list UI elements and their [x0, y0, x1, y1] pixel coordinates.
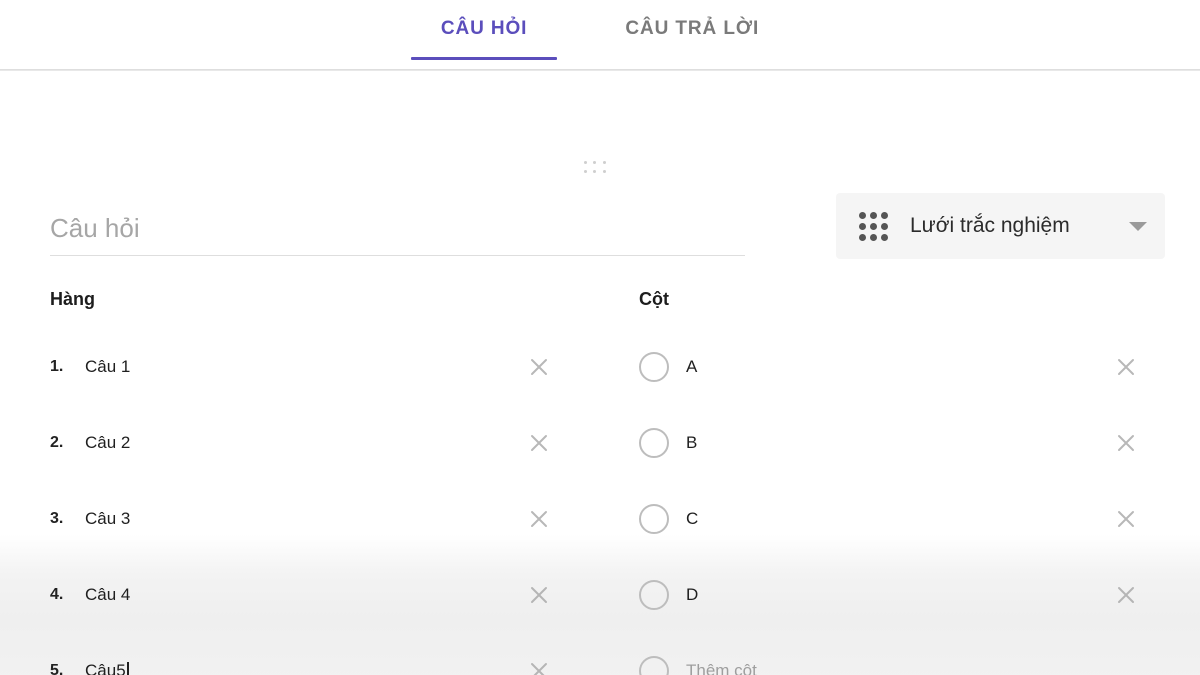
table-row[interactable]: 4. Câu 4 — [0, 557, 600, 633]
row-input-5[interactable]: Câu 5 — [85, 661, 495, 675]
question-card: Câu hỏi Lưới trắc nghiệm Hàng Cột 1. Câu… — [0, 71, 1200, 675]
row-input-2[interactable]: Câu 2 — [85, 433, 495, 453]
tab-list: CÂU HỎI CÂU TRẢ LỜI — [0, 0, 1200, 70]
delete-row-button-3[interactable] — [524, 504, 554, 534]
misspelled-word: Câu — [85, 661, 117, 675]
radio-unchecked-icon — [639, 428, 669, 458]
column-input-b[interactable]: B — [686, 433, 697, 453]
tab-bar: CÂU HỎI CÂU TRẢ LỜI — [0, 0, 1200, 71]
column-input-c[interactable]: C — [686, 509, 698, 529]
question-underline — [50, 255, 745, 256]
table-column[interactable]: A — [600, 329, 1200, 405]
delete-column-button-a[interactable] — [1111, 352, 1141, 382]
grid-icon — [858, 211, 888, 241]
table-row[interactable]: 5. Câu 5 — [0, 633, 600, 675]
row-number: 1. — [50, 358, 64, 375]
radio-unchecked-icon — [639, 656, 669, 675]
delete-row-button-2[interactable] — [524, 428, 554, 458]
row-number: 5. — [50, 662, 64, 675]
radio-unchecked-icon — [639, 352, 669, 382]
question-type-dropdown[interactable]: Lưới trắc nghiệm — [836, 193, 1165, 259]
row-number: 2. — [50, 434, 64, 451]
tab-questions[interactable]: CÂU HỎI — [410, 14, 558, 60]
add-column-item[interactable]: Thêm cột — [600, 633, 1200, 675]
tab-responses[interactable]: CÂU TRẢ LỜI — [595, 14, 789, 60]
radio-unchecked-icon — [639, 580, 669, 610]
column-input-a[interactable]: A — [686, 357, 697, 377]
radio-unchecked-icon — [639, 504, 669, 534]
columns-header: Cột — [639, 289, 669, 309]
delete-row-button-5[interactable] — [524, 656, 554, 675]
column-input-d[interactable]: D — [686, 585, 698, 605]
delete-column-button-c[interactable] — [1111, 504, 1141, 534]
table-column[interactable]: C — [600, 481, 1200, 557]
table-row[interactable]: 2. Câu 2 — [0, 405, 600, 481]
row-number: 3. — [50, 510, 64, 527]
row-input-5-rest: 5 — [116, 661, 126, 675]
row-input-4[interactable]: Câu 4 — [85, 585, 495, 605]
chevron-down-icon[interactable] — [1129, 221, 1147, 231]
delete-column-button-d[interactable] — [1111, 580, 1141, 610]
table-column[interactable]: B — [600, 405, 1200, 481]
columns-list: A B C D Thêm cột — [600, 329, 1200, 675]
delete-row-button-4[interactable] — [524, 580, 554, 610]
question-type-label: Lưới trắc nghiệm — [910, 214, 1070, 237]
add-column-placeholder[interactable]: Thêm cột — [686, 661, 757, 675]
table-column[interactable]: D — [600, 557, 1200, 633]
question-input[interactable]: Câu hỏi — [50, 208, 745, 256]
delete-column-button-b[interactable] — [1111, 428, 1141, 458]
delete-row-button-1[interactable] — [524, 352, 554, 382]
drag-handle-icon[interactable] — [582, 159, 608, 175]
row-input-3[interactable]: Câu 3 — [85, 509, 495, 529]
text-caret — [126, 661, 129, 675]
rows-list: 1. Câu 1 2. Câu 2 3. Câu 3 4. Câu 4 5. C… — [0, 329, 600, 675]
table-row[interactable]: 3. Câu 3 — [0, 481, 600, 557]
table-row[interactable]: 1. Câu 1 — [0, 329, 600, 405]
question-placeholder: Câu hỏi — [50, 213, 140, 243]
rows-header: Hàng — [50, 289, 95, 309]
row-input-1[interactable]: Câu 1 — [85, 357, 495, 377]
row-number: 4. — [50, 586, 64, 603]
